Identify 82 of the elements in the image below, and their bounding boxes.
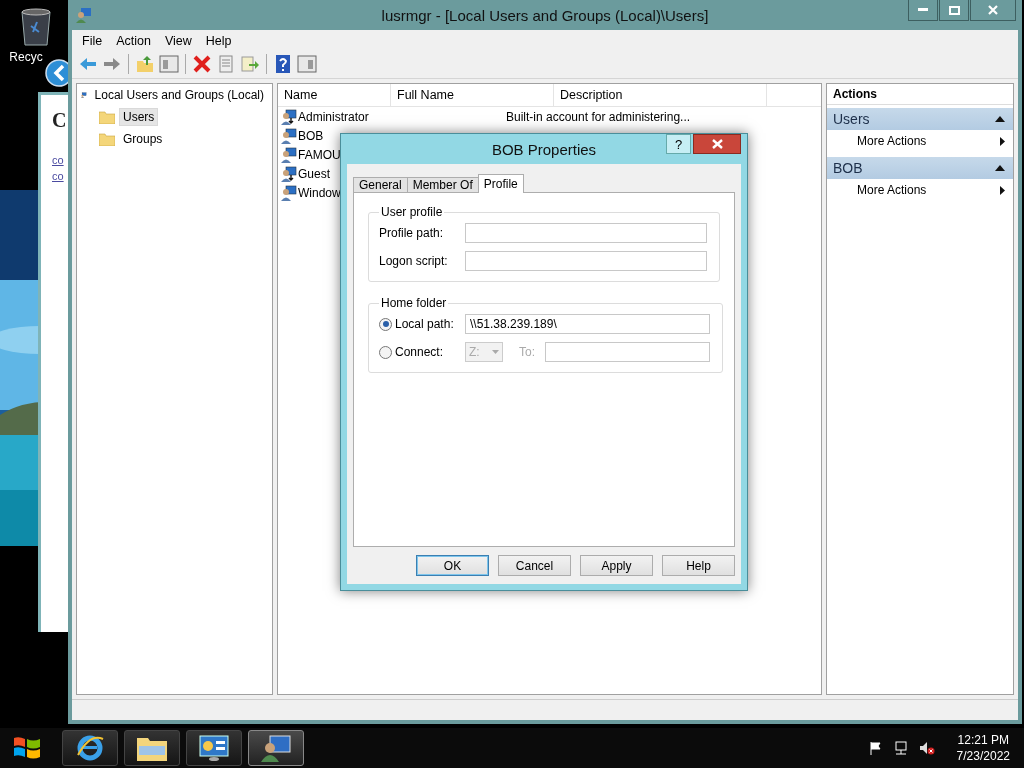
dropdown-arrow-icon	[492, 350, 499, 354]
user-icon	[281, 184, 297, 201]
clock-time[interactable]: 12:21 PM	[957, 732, 1009, 748]
help-button[interactable]: ?	[666, 134, 691, 154]
user-icon	[281, 127, 297, 144]
close-icon	[711, 139, 723, 149]
menu-item[interactable]: View	[158, 33, 198, 49]
field-label: Logon script:	[379, 254, 449, 268]
dialog-button[interactable]: Help	[662, 555, 735, 576]
pane-title: Actions	[827, 84, 1013, 105]
radio-button[interactable]: Local path:	[379, 317, 465, 331]
taskbar-button[interactable]	[62, 730, 118, 766]
close-button[interactable]	[693, 134, 741, 154]
link[interactable]: co	[52, 170, 64, 182]
input-field[interactable]	[545, 342, 710, 362]
users-icon	[260, 734, 292, 762]
menu-item[interactable]: Action	[110, 33, 157, 49]
table-cell[interactable]: FAMOU	[298, 147, 341, 162]
dialog-button[interactable]: Cancel	[498, 555, 571, 576]
table-cell[interactable]: Window	[298, 185, 341, 200]
export-icon[interactable]	[240, 54, 260, 74]
maximize-button[interactable]	[939, 0, 969, 21]
taskbar-button[interactable]	[248, 730, 304, 766]
action-item[interactable]: More Actions	[857, 183, 927, 197]
action-item[interactable]: More Actions	[857, 134, 927, 148]
user-icon	[281, 146, 297, 163]
dialog-button[interactable]: OK	[416, 555, 489, 576]
column-header[interactable]: Description	[554, 84, 767, 106]
minimize-button[interactable]	[908, 0, 938, 21]
up-folder-icon[interactable]	[135, 54, 155, 74]
field-label: Profile path:	[379, 226, 445, 240]
submenu-arrow-icon	[1000, 136, 1005, 146]
tree-item[interactable]: Users	[119, 108, 159, 126]
window-title: lusrmgr - [Local Users and Groups (Local)\Users]	[380, 6, 710, 24]
table-cell[interactable]: BOB	[298, 128, 324, 143]
maximize-icon	[948, 5, 960, 15]
muted-speaker-icon[interactable]	[918, 741, 935, 755]
menu-item[interactable]: File	[76, 33, 109, 49]
input-field[interactable]: \\51.38.239.189\	[465, 314, 710, 334]
submenu-arrow-icon	[1000, 185, 1005, 195]
group-title: User profile	[380, 205, 444, 219]
browser-icon	[75, 733, 105, 763]
folder-icon	[99, 110, 115, 124]
dialog-title: BOB Properties	[490, 140, 598, 158]
input-field[interactable]	[465, 251, 707, 271]
section-header[interactable]: BOB	[827, 157, 1013, 179]
flag-icon[interactable]	[868, 741, 883, 755]
tab[interactable]: General	[353, 177, 408, 193]
help-icon[interactable]	[273, 54, 293, 74]
field-label: To:	[519, 345, 535, 359]
input-field[interactable]	[465, 223, 707, 243]
users-icon	[76, 7, 92, 23]
desktop-icon-label[interactable]: Recyc	[9, 50, 43, 64]
disabled-user-icon	[281, 165, 297, 182]
trash-bin-icon[interactable]	[19, 6, 53, 46]
section-title: BOB	[833, 160, 863, 176]
link[interactable]: co	[52, 154, 64, 166]
column-header[interactable]: Full Name	[391, 84, 554, 106]
tree-item[interactable]: Local Users and Groups (Local)	[90, 86, 268, 104]
tree-item[interactable]: Groups	[119, 130, 167, 148]
close-button[interactable]	[970, 0, 1016, 21]
close-icon	[988, 5, 998, 15]
section-header[interactable]: Users	[827, 108, 1013, 130]
menu-item[interactable]: Help	[199, 33, 238, 49]
taskbar-button[interactable]	[124, 730, 180, 766]
taskbar-button[interactable]	[186, 730, 242, 766]
dashboard-icon	[198, 734, 230, 762]
tab[interactable]: Profile	[477, 174, 524, 193]
section-title: Users	[833, 111, 870, 127]
network-icon[interactable]	[892, 741, 909, 755]
delete-icon[interactable]	[192, 54, 212, 74]
group-title: Home folder	[380, 296, 448, 310]
back-icon[interactable]	[44, 58, 68, 88]
minimize-icon	[918, 8, 928, 12]
dialog-button[interactable]: Apply	[580, 555, 653, 576]
clock-date[interactable]: 7/23/2022	[956, 748, 1010, 764]
folder-icon	[99, 132, 115, 146]
disabled-user-icon	[281, 108, 297, 125]
column-header[interactable]: Name	[278, 84, 391, 106]
page-heading: C	[52, 109, 68, 132]
table-cell: Built-in account for administering...	[506, 109, 691, 124]
tab[interactable]: Member Of	[406, 177, 479, 193]
